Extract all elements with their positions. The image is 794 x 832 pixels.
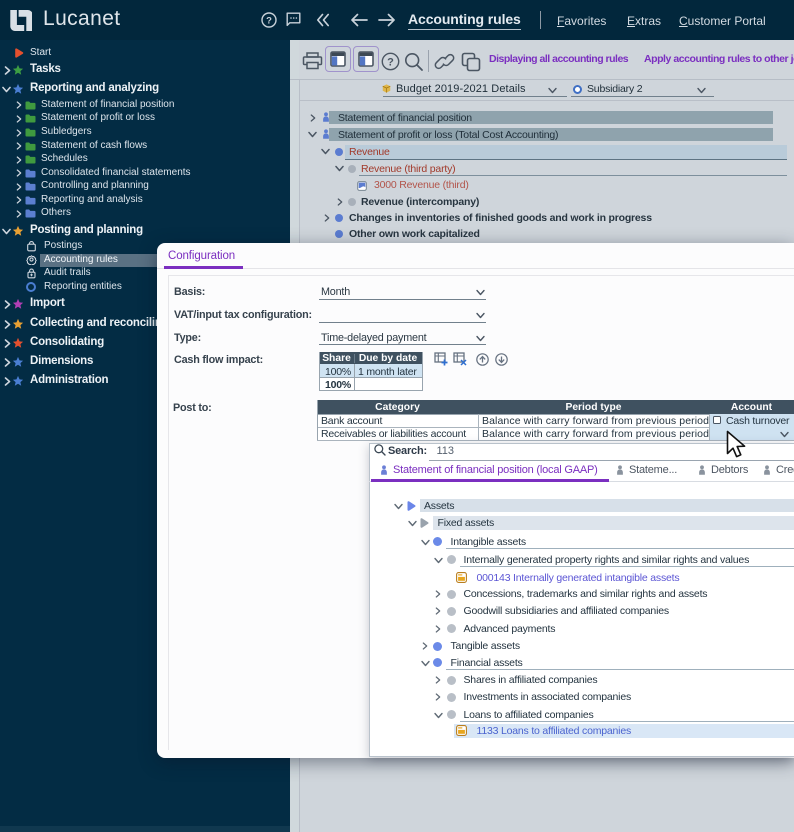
svg-text:?: ? [266, 15, 272, 26]
svg-text:?: ? [387, 57, 394, 69]
